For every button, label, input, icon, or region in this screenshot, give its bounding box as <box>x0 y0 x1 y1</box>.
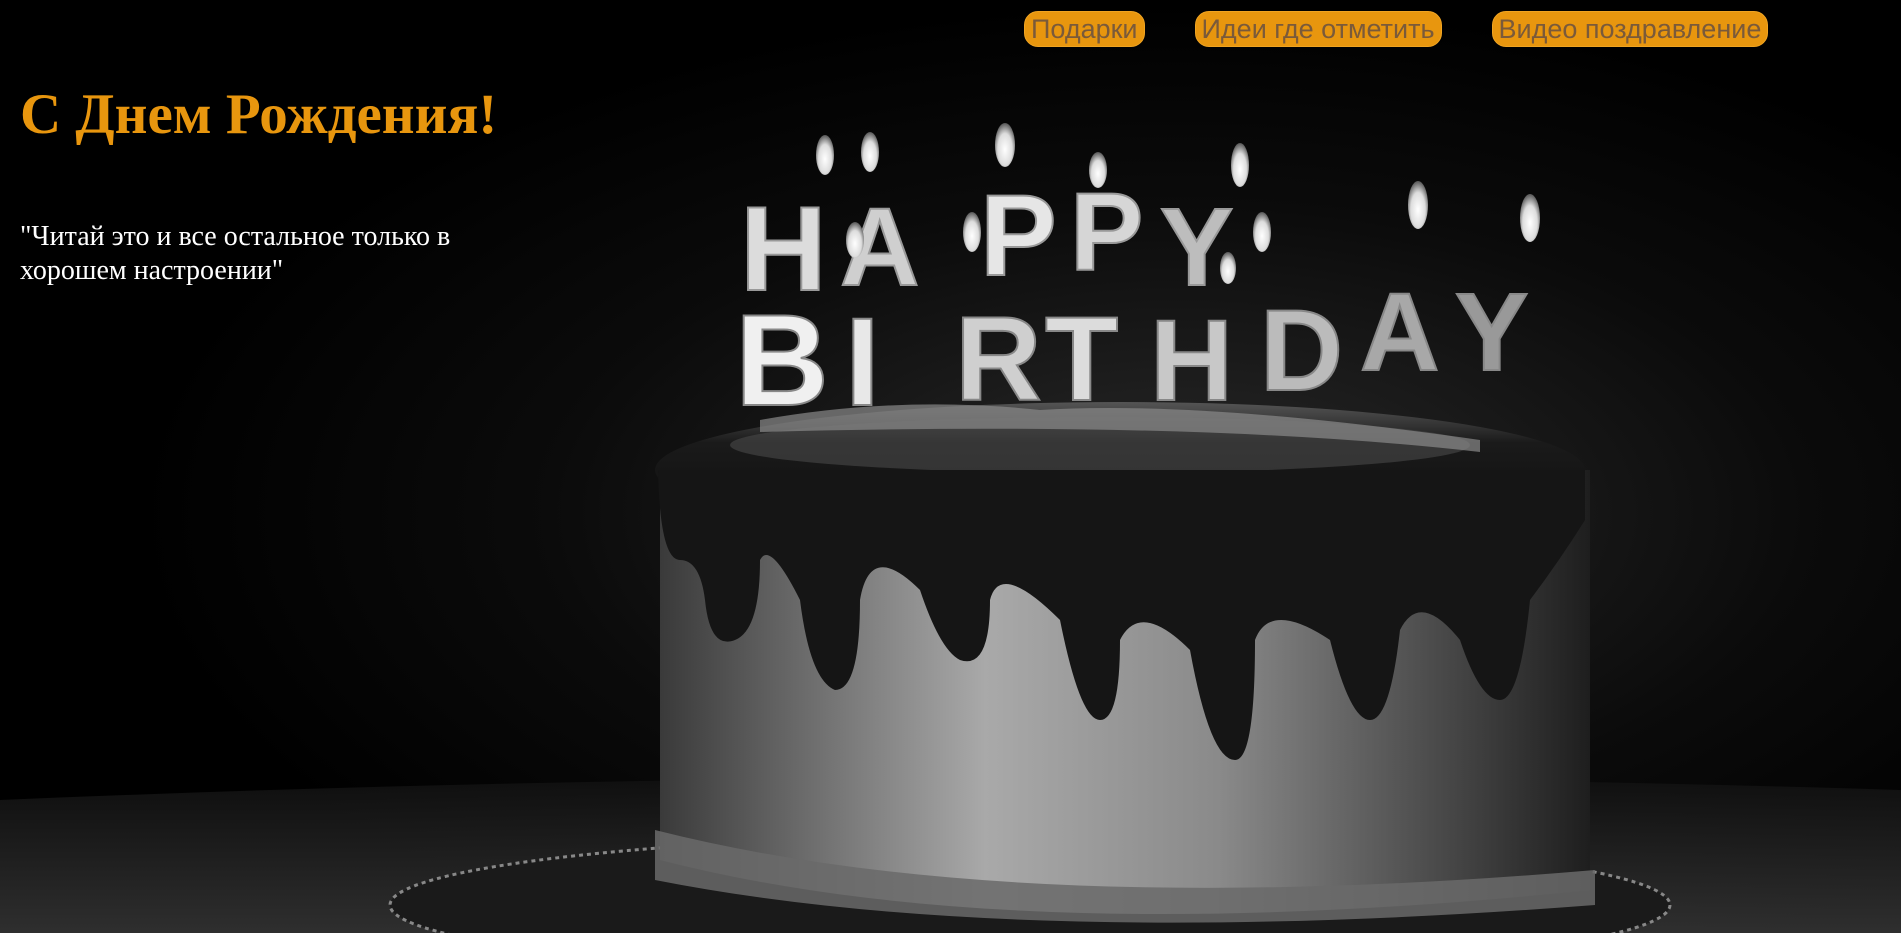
quote-text: "Читай это и все остальное только в хоро… <box>20 221 451 286</box>
svg-text:Y: Y <box>1160 186 1233 309</box>
svg-text:D: D <box>1260 287 1343 415</box>
svg-text:Y: Y <box>1455 271 1528 394</box>
svg-text:B: B <box>735 287 829 433</box>
top-nav: Подарки Идеи где отметить Видео поздравл… <box>1024 11 1769 47</box>
svg-text:P: P <box>980 172 1057 300</box>
nav-venue-ideas-button[interactable]: Идеи где отметить <box>1194 11 1442 47</box>
svg-text:A: A <box>1360 271 1439 394</box>
nav-video-greeting-button[interactable]: Видео поздравление <box>1491 11 1769 47</box>
svg-text:T: T <box>1045 292 1118 426</box>
page-title: С Днем Рождения! <box>20 83 498 146</box>
nav-gifts-button[interactable]: Подарки <box>1024 11 1145 47</box>
svg-text:H: H <box>1150 297 1233 425</box>
svg-text:P: P <box>1070 171 1143 294</box>
